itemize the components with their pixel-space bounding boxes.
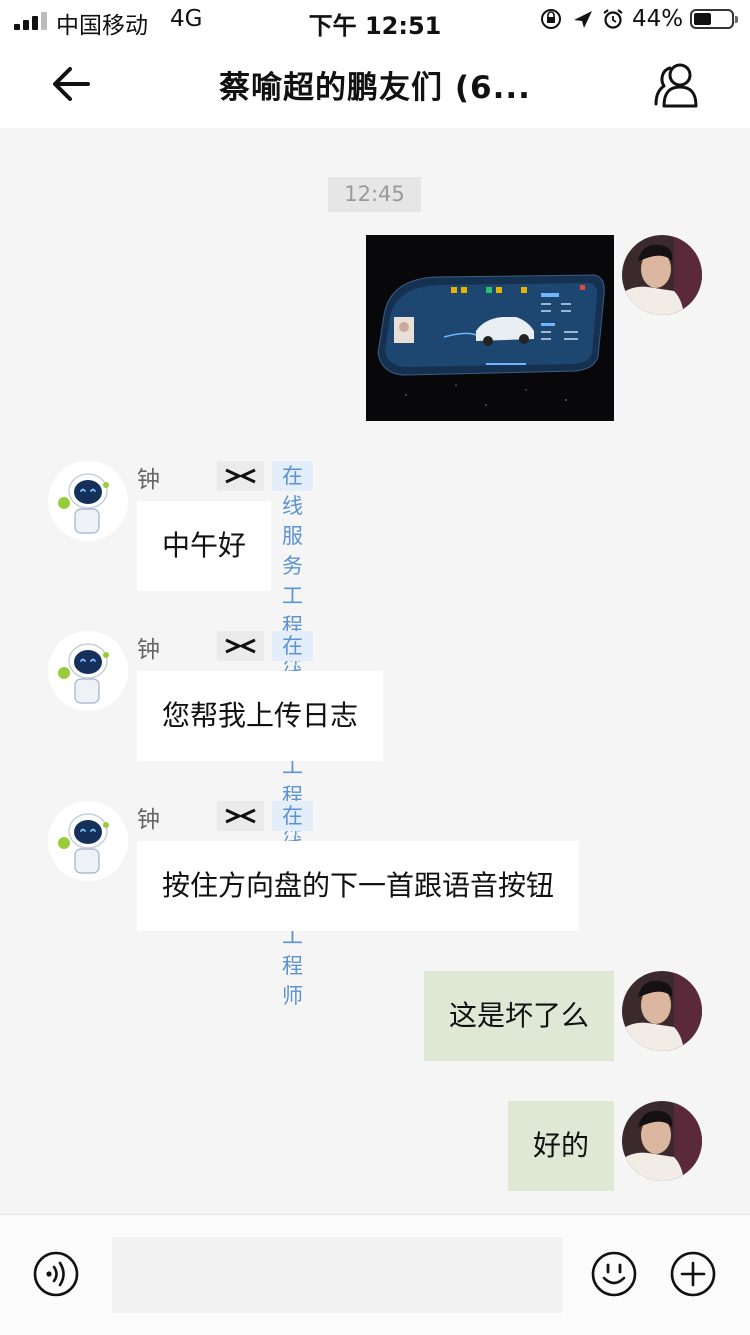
bot-avatar[interactable]	[48, 461, 128, 541]
location-icon	[574, 11, 592, 28]
message-input[interactable]	[112, 1237, 562, 1313]
battery-icon	[690, 9, 738, 29]
user-avatar-photo	[622, 235, 702, 315]
status-icons	[541, 9, 623, 29]
robot-mascot-icon	[48, 631, 128, 711]
voice-input-icon[interactable]	[32, 1250, 80, 1298]
xpeng-logo-icon	[217, 631, 264, 661]
user-avatar-photo	[622, 971, 702, 1051]
group-members-icon[interactable]	[652, 60, 704, 110]
user-avatar[interactable]	[622, 1101, 702, 1181]
role-badge: 在线服务工程师	[272, 461, 313, 668]
battery-percentage: 44%	[632, 6, 684, 32]
role-badge: 在线服务工程师	[272, 801, 313, 1008]
input-bar	[0, 1214, 750, 1335]
xpeng-logo-icon	[217, 461, 264, 491]
user-avatar[interactable]	[622, 971, 702, 1051]
message-bubble-incoming[interactable]: 中午好	[137, 501, 272, 591]
status-bar: 中国移动 4G 下午 12:51 44%	[0, 0, 750, 40]
message-bubble-incoming[interactable]: 按住方向盘的下一首跟语音按钮	[137, 841, 580, 931]
user-avatar-photo	[622, 1101, 702, 1181]
bot-avatar[interactable]	[48, 801, 128, 881]
rotation-lock-icon	[541, 9, 561, 29]
message-bubble-outgoing[interactable]: 这是坏了么	[424, 971, 614, 1061]
dashboard-photo	[366, 235, 614, 421]
robot-mascot-icon	[48, 801, 128, 881]
emoji-icon[interactable]	[590, 1250, 638, 1298]
plus-icon[interactable]	[669, 1250, 717, 1298]
nav-bar: 蔡喻超的鹏友们 (6...	[0, 40, 750, 128]
message-bubble-outgoing[interactable]: 好的	[508, 1101, 614, 1191]
alarm-icon	[603, 9, 623, 29]
xpeng-logo-icon	[217, 801, 264, 831]
back-arrow-icon[interactable]	[48, 62, 98, 106]
robot-mascot-icon	[48, 461, 128, 541]
image-message[interactable]	[366, 235, 614, 421]
message-bubble-incoming[interactable]: 您帮我上传日志	[137, 671, 384, 761]
role-badge: 在线服务工程师	[272, 631, 313, 838]
user-avatar[interactable]	[622, 235, 702, 315]
message-timestamp: 12:45	[328, 177, 421, 212]
chat-title: 蔡喻超的鹏友们 (6...	[219, 70, 531, 106]
bot-avatar[interactable]	[48, 631, 128, 711]
